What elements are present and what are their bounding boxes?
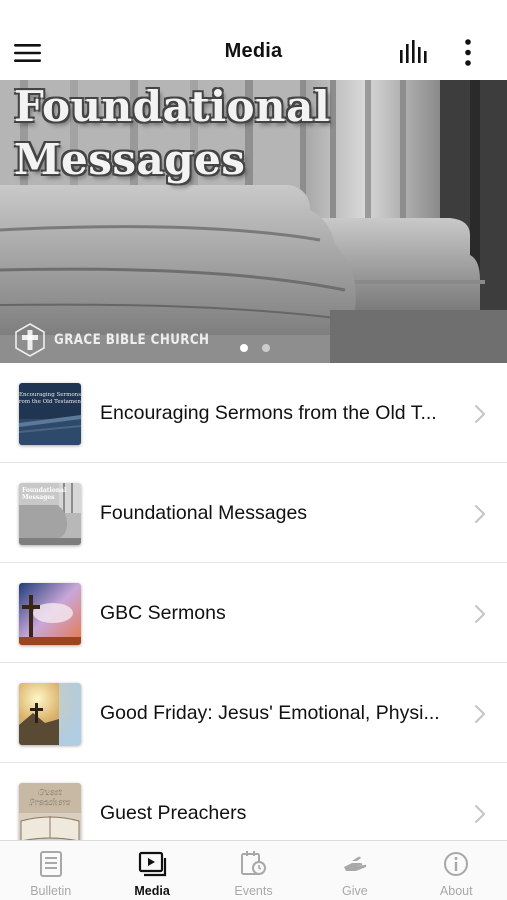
tab-label: Bulletin <box>30 884 72 898</box>
list-item[interactable]: Good Friday: Jesus' Emotional, Physi... <box>0 663 507 763</box>
top-app-bar: Media <box>0 26 507 80</box>
chevron-right-icon <box>475 505 485 523</box>
series-title: Foundational Messages <box>100 502 308 524</box>
series-title: Good Friday: Jesus' Emotional, Physi... <box>100 702 440 724</box>
tab-label: Give <box>342 884 368 898</box>
status-bar <box>0 0 507 26</box>
svg-text:Guest: Guest <box>38 788 62 797</box>
carousel-dot[interactable] <box>240 344 248 352</box>
chevron-right-icon <box>475 405 485 423</box>
list-item[interactable]: Foundational Messages Foundational Messa… <box>0 463 507 563</box>
tab-bulletin[interactable]: Bulletin <box>0 841 101 900</box>
series-thumbnail: Guest Preachers <box>19 783 81 840</box>
hamburger-menu-icon <box>14 44 41 62</box>
menu-button[interactable] <box>14 36 64 70</box>
list-item[interactable]: Encouraging Sermons from the Old Testame… <box>0 363 507 463</box>
bottom-tab-bar: Bulletin Media Events Give About <box>0 840 507 900</box>
tab-give[interactable]: Give <box>304 841 405 900</box>
series-title: GBC Sermons <box>100 602 226 624</box>
list-item[interactable]: Guest Preachers Guest Preachers <box>0 763 507 840</box>
series-title: Guest Preachers <box>100 802 247 824</box>
chevron-right-icon <box>475 705 485 723</box>
audio-bars-icon <box>400 40 427 63</box>
audio-player-button[interactable] <box>398 38 432 68</box>
church-name: GRACE BIBLE CHURCH <box>54 332 210 348</box>
chevron-right-icon <box>475 605 485 623</box>
chevron-right-icon <box>475 805 485 823</box>
vertical-ellipsis-icon <box>465 39 471 66</box>
media-series-list: Encouraging Sermons from the Old Testame… <box>0 363 507 840</box>
tab-about[interactable]: About <box>406 841 507 900</box>
bulletin-icon <box>39 851 62 877</box>
calendar-clock-icon <box>241 851 267 875</box>
svg-text:Encouraging Sermons: Encouraging Sermons <box>19 392 81 398</box>
svg-text:Messages: Messages <box>22 494 55 501</box>
tab-label: Events <box>234 884 273 898</box>
info-icon <box>444 852 469 876</box>
tab-media[interactable]: Media <box>101 841 202 900</box>
cross-shield-icon <box>15 323 45 357</box>
tab-label: Media <box>134 884 170 898</box>
series-thumbnail <box>19 583 81 645</box>
giving-hand-icon <box>343 856 367 871</box>
featured-carousel[interactable]: Foundational Messages GRACE BIBLE CHURCH <box>0 80 507 363</box>
series-thumbnail <box>19 683 81 745</box>
hero-title: Foundational Messages <box>14 82 331 184</box>
media-play-icon <box>138 851 167 877</box>
series-title: Encouraging Sermons from the Old T... <box>100 402 437 424</box>
series-thumbnail: Encouraging Sermons from the Old Testame… <box>19 383 81 445</box>
svg-text:Foundational: Foundational <box>22 487 67 494</box>
svg-text:from the Old Testament: from the Old Testament <box>19 399 81 405</box>
list-item[interactable]: GBC Sermons <box>0 563 507 663</box>
svg-text:Preachers: Preachers <box>28 798 70 807</box>
series-thumbnail: Foundational Messages <box>19 483 81 545</box>
tab-label: About <box>439 884 473 898</box>
carousel-pagination <box>240 344 270 352</box>
more-options-button[interactable] <box>456 36 480 70</box>
carousel-dot[interactable] <box>262 344 270 352</box>
church-logo: GRACE BIBLE CHURCH <box>12 322 237 358</box>
tab-events[interactable]: Events <box>203 841 304 900</box>
